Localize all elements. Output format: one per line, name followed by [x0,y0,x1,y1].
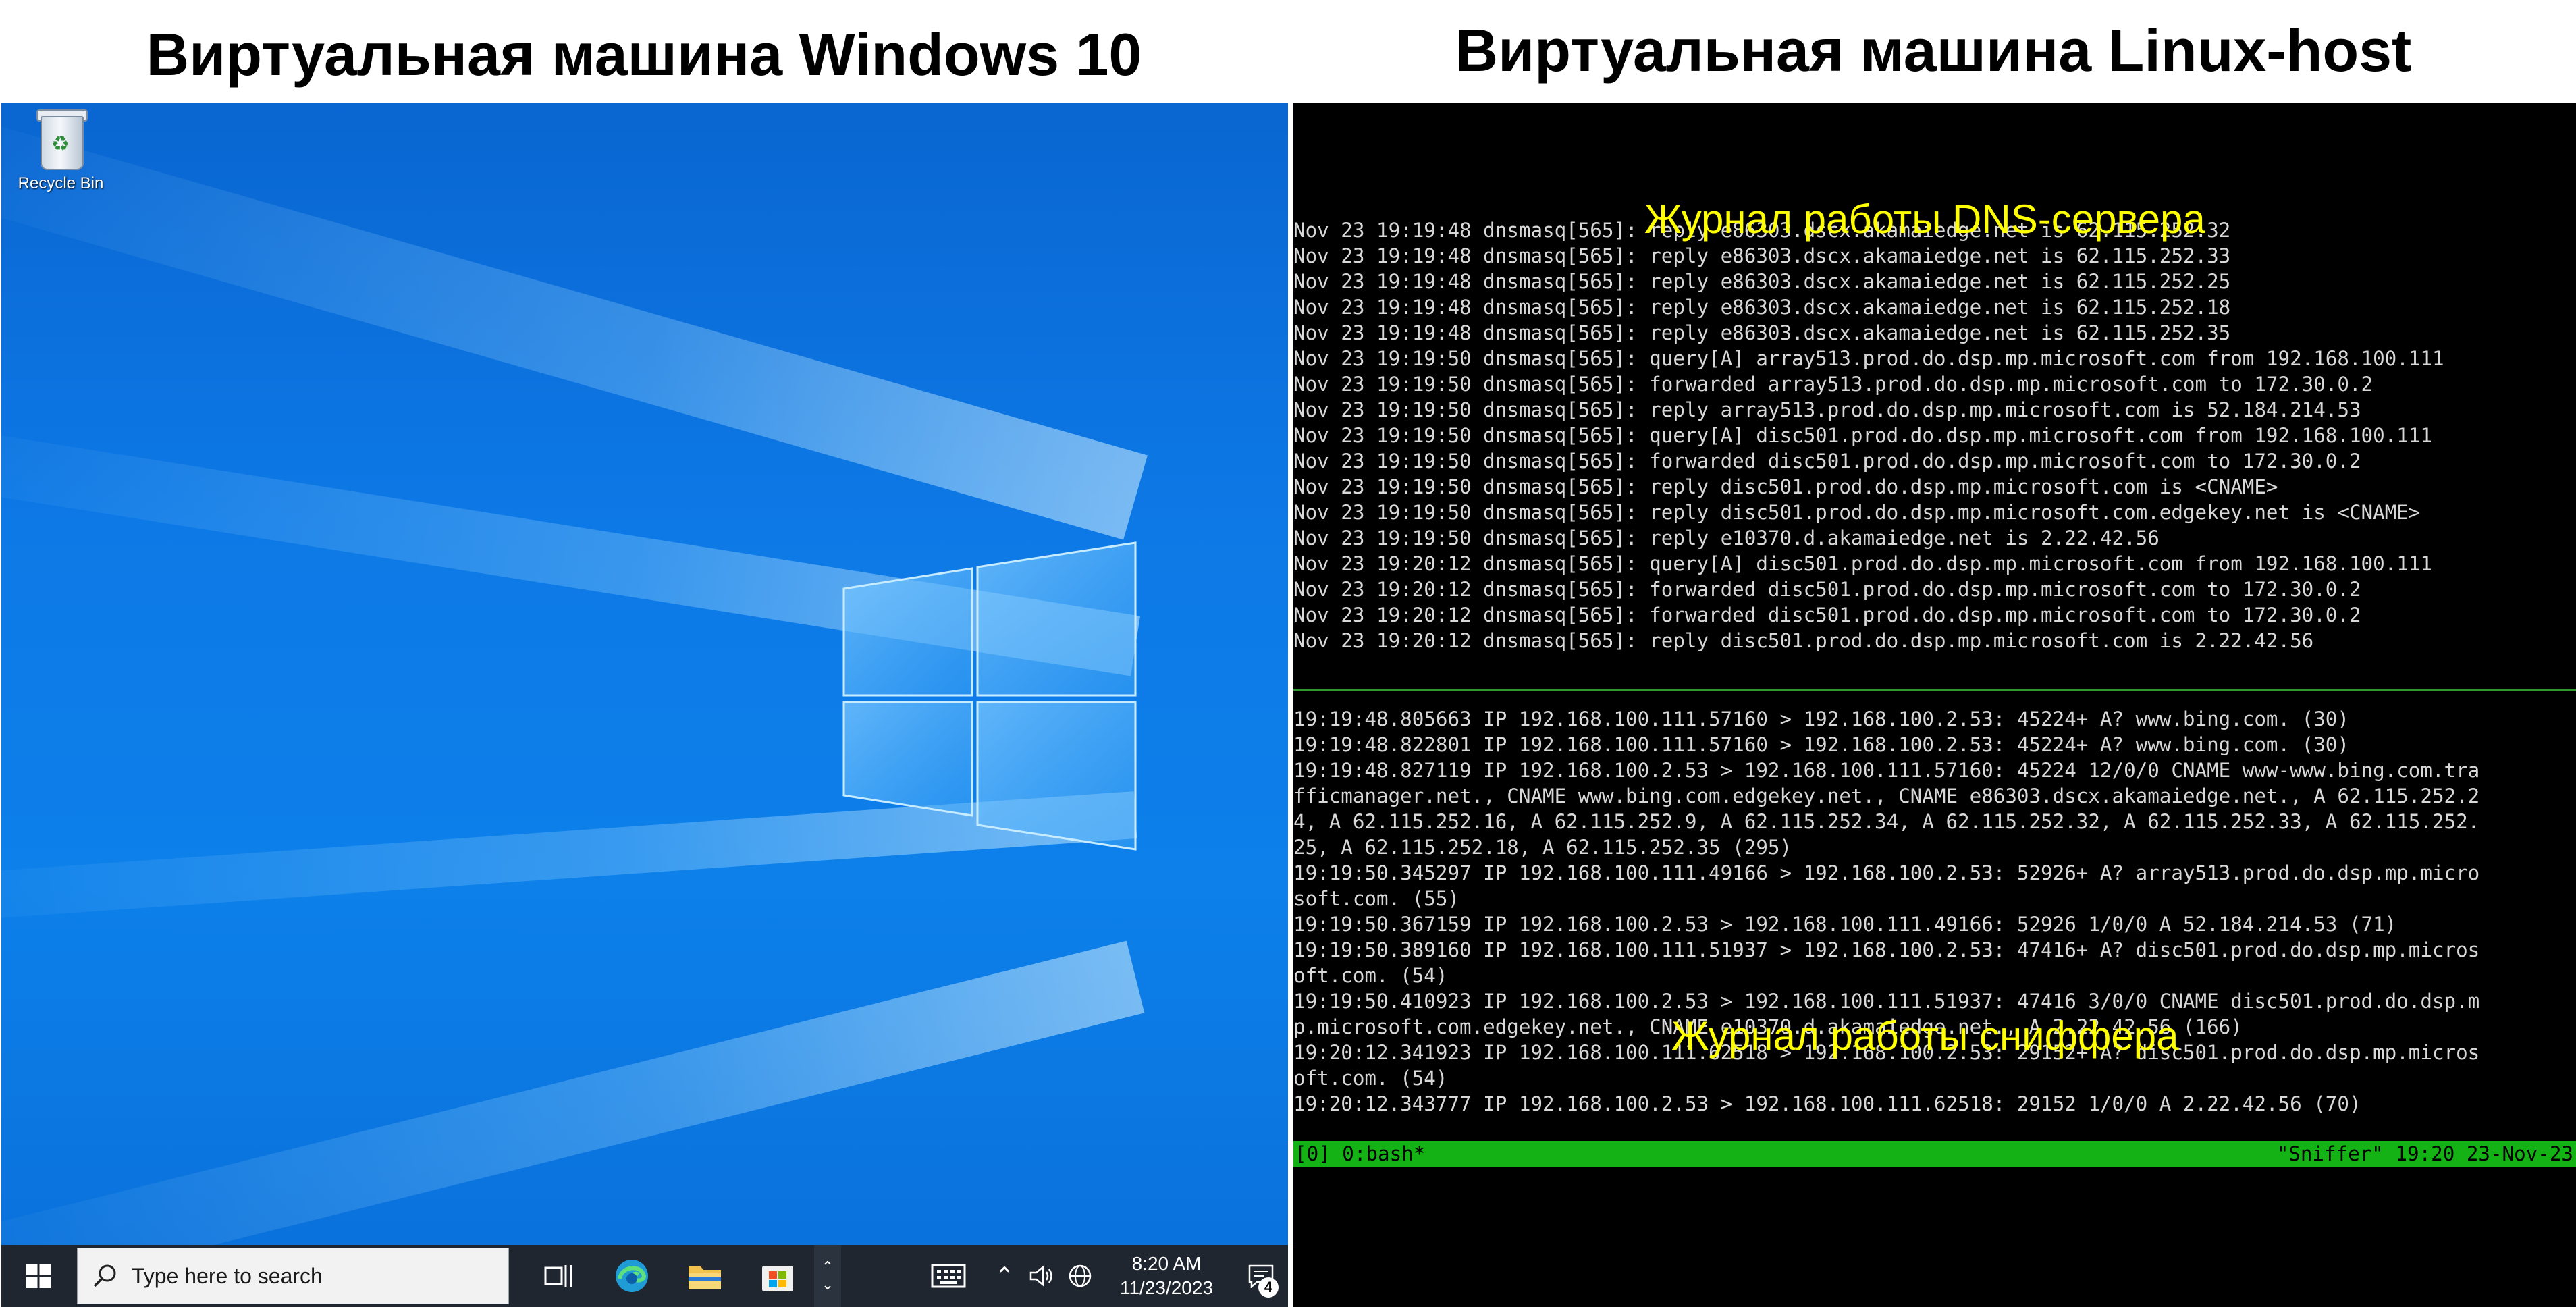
log-line: Nov 23 19:19:50 dnsmasq[565]: query[A] d… [1293,424,2432,447]
log-line: Nov 23 19:19:50 dnsmasq[565]: query[A] a… [1293,347,2444,370]
log-line: 19:19:48.827119 IP 192.168.100.2.53 > 19… [1293,759,2480,782]
touch-keyboard-button[interactable] [911,1245,986,1307]
recycle-bin-icon: ♻ [34,107,88,170]
recycle-bin-shortcut[interactable]: ♻ Recycle Bin [14,107,108,193]
recycle-bin-label: Recycle Bin [18,174,104,192]
log-line: Nov 23 19:19:50 dnsmasq[565]: reply arra… [1293,398,2361,421]
log-line: 19:19:48.805663 IP 192.168.100.111.57160… [1293,708,2349,730]
search-input[interactable] [130,1262,498,1289]
tmux-session-info: "Sniffer" 19:20 23-Nov-23 [2276,1142,2573,1165]
microsoft-store-button[interactable] [741,1245,814,1307]
taskbar: ⌃ ⌄ ⌃ [1,1245,1288,1307]
linux-terminal[interactable]: Nov 23 19:19:48 dnsmasq[565]: reply e863… [1293,103,2576,1307]
microsoft-store-icon [762,1266,793,1291]
log-line: Nov 23 19:20:12 dnsmasq[565]: forwarded … [1293,578,2361,601]
clock-date: 11/23/2023 [1119,1277,1214,1298]
taskbar-search[interactable] [77,1248,509,1304]
task-view-button[interactable] [522,1245,595,1307]
windows-vm-heading: Виртуальная машина Windows 10 [146,21,1142,88]
file-explorer-button[interactable] [668,1245,741,1307]
linux-vm-heading: Виртуальная машина Linux-host [1455,17,2412,84]
windows-desktop[interactable]: ♻ Recycle Bin Type here to search ⌃ ⌄ ⌃ … [1,103,1288,1307]
network-button[interactable] [1061,1245,1099,1307]
log-line: 19:19:48.822801 IP 192.168.100.111.57160… [1293,733,2349,756]
log-line: Nov 23 19:19:50 dnsmasq[565]: forwarded … [1293,450,2361,473]
log-line: Nov 23 19:20:12 dnsmasq[565]: query[A] d… [1293,552,2432,575]
log-line: Nov 23 19:20:12 dnsmasq[565]: reply disc… [1293,629,2314,652]
windows-logo-icon [26,1264,51,1288]
log-line: 19:19:50.389160 IP 192.168.100.111.51937… [1293,938,2480,961]
windows-logo-image [842,541,1137,851]
log-line: 19:20:12.343777 IP 192.168.100.2.53 > 19… [1293,1092,2361,1115]
tmux-status-bar: [0] 0:bash* "Sniffer" 19:20 23-Nov-23 [1293,1141,2576,1167]
file-explorer-icon [689,1266,721,1289]
task-view-icon [544,1265,572,1287]
action-center-button[interactable]: 4 [1234,1245,1288,1307]
log-line: Nov 23 19:19:48 dnsmasq[565]: reply e863… [1293,321,2231,344]
log-line: soft.com. (55) [1293,887,1460,910]
log-line: 25, A 62.115.252.18, A 62.115.252.35 (29… [1293,836,1792,859]
pane-divider[interactable] [1293,689,2576,691]
log-line: Nov 23 19:19:50 dnsmasq[565]: reply disc… [1293,501,2421,524]
log-line: Nov 23 19:20:12 dnsmasq[565]: forwarded … [1293,604,2361,626]
volume-button[interactable] [1023,1245,1061,1307]
dns-log-pane[interactable]: Nov 23 19:19:48 dnsmasq[565]: reply e863… [1293,217,2576,654]
notification-count-badge: 4 [1258,1277,1279,1298]
show-hidden-icons-button[interactable]: ⌃ [986,1245,1023,1307]
log-line: 19:19:50.345297 IP 192.168.100.111.49166… [1293,861,2480,884]
log-line: oft.com. (54) [1293,964,1448,987]
edge-button[interactable] [595,1245,668,1307]
log-line: 4, A 62.115.252.16, A 62.115.252.9, A 62… [1293,810,2480,833]
chevron-up-icon: ⌃ [994,1263,1015,1289]
log-line: 19:19:50.367159 IP 192.168.100.2.53 > 19… [1293,913,2397,936]
speaker-icon [1029,1265,1052,1287]
log-line: 19:19:50.410923 IP 192.168.100.2.53 > 19… [1293,990,2480,1013]
keyboard-icon [931,1264,966,1288]
log-line: Nov 23 19:19:48 dnsmasq[565]: reply e863… [1293,270,2231,293]
sniffer-log-caption: Журнал работы сниффера [1671,1013,2179,1059]
log-line: fficmanager.net., CNAME www.bing.com.edg… [1293,784,2480,807]
globe-icon [1069,1264,1092,1287]
dns-log-caption: Журнал работы DNS-сервера [1644,196,2205,242]
clock-time: 8:20 AM [1131,1253,1202,1274]
chevron-up-icon: ⌃ [821,1258,834,1275]
log-line: Nov 23 19:19:48 dnsmasq[565]: reply e863… [1293,296,2231,319]
log-line: Nov 23 19:19:50 dnsmasq[565]: reply disc… [1293,475,2278,498]
log-line: oft.com. (54) [1293,1067,1448,1090]
system-tray: ⌃ 8:20 AM 11/23/2023 4 [911,1245,1288,1307]
chevron-down-icon: ⌄ [821,1276,834,1293]
taskbar-clock[interactable]: 8:20 AM 11/23/2023 [1099,1252,1234,1300]
start-button[interactable] [1,1245,76,1307]
tmux-window-list[interactable]: [0] 0:bash* [1295,1141,1425,1167]
taskbar-scroll[interactable]: ⌃ ⌄ [814,1245,841,1307]
edge-icon [616,1260,648,1292]
search-icon [93,1264,116,1287]
log-line: Nov 23 19:19:50 dnsmasq[565]: reply e103… [1293,527,2159,550]
log-line: Nov 23 19:19:48 dnsmasq[565]: reply e863… [1293,244,2231,267]
log-line: Nov 23 19:19:50 dnsmasq[565]: forwarded … [1293,373,2373,396]
